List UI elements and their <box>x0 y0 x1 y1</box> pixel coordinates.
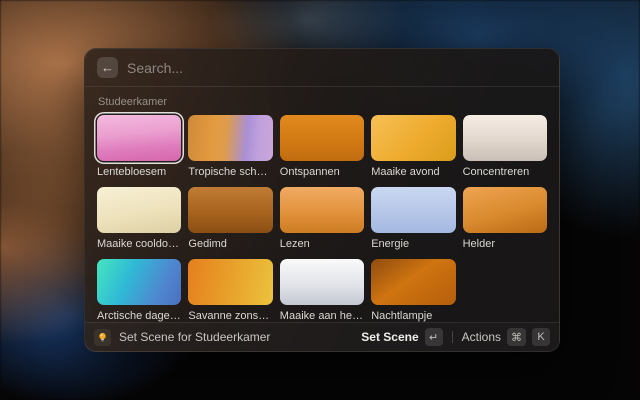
scene-label: Ontspannen <box>280 166 364 178</box>
scene-thumbnail[interactable] <box>97 187 181 233</box>
scene-label: Savanne zonsonderg… <box>188 310 272 322</box>
scene-item[interactable]: Helder <box>463 187 547 250</box>
scene-item[interactable]: Arctische dageraad <box>97 259 181 322</box>
scene-label: Maaike cooldown <box>97 238 181 250</box>
scene-label: Energie <box>371 238 455 250</box>
status-text: Set Scene for Studeerkamer <box>119 330 270 344</box>
footer-divider <box>452 331 453 343</box>
set-scene-button[interactable]: Set Scene ↵ <box>361 328 442 346</box>
scene-picker-window: ← Studeerkamer Lentebloesem Tropische sc… <box>84 48 560 352</box>
scene-thumbnail[interactable] <box>97 259 181 305</box>
set-scene-label: Set Scene <box>361 330 418 344</box>
scene-thumbnail[interactable] <box>97 115 181 161</box>
scene-item[interactable]: Savanne zonsonderg… <box>188 259 272 322</box>
back-button[interactable]: ← <box>97 57 118 78</box>
section-title: Studeerkamer <box>98 96 547 108</box>
search-input[interactable] <box>127 60 547 76</box>
scene-item[interactable]: Maaike cooldown <box>97 187 181 250</box>
scene-thumbnail[interactable] <box>188 187 272 233</box>
scene-thumbnail[interactable] <box>280 187 364 233</box>
scene-item[interactable]: Gedimd <box>188 187 272 250</box>
scene-grid: Lentebloesem Tropische schemering Ontspa… <box>97 115 547 322</box>
scene-label: Gedimd <box>188 238 272 250</box>
scene-thumbnail[interactable] <box>371 115 455 161</box>
scene-item[interactable]: Maaike aan het werk <box>280 259 364 322</box>
scene-list: Studeerkamer Lentebloesem Tropische sche… <box>85 87 559 322</box>
enter-keycap: ↵ <box>425 328 443 346</box>
scene-item[interactable]: Concentreren <box>463 115 547 178</box>
scene-thumbnail[interactable] <box>463 187 547 233</box>
search-bar: ← <box>85 49 559 87</box>
k-keycap: K <box>532 328 550 346</box>
scene-thumbnail[interactable] <box>188 259 272 305</box>
scene-label: Lentebloesem <box>97 166 181 178</box>
scene-label: Nachtlampje <box>371 310 455 322</box>
scene-thumbnail[interactable] <box>371 187 455 233</box>
scene-item[interactable]: Maaike avond <box>371 115 455 178</box>
scene-thumbnail[interactable] <box>280 115 364 161</box>
scene-label: Tropische schemering <box>188 166 272 178</box>
scene-thumbnail[interactable] <box>280 259 364 305</box>
scene-item[interactable]: Tropische schemering <box>188 115 272 178</box>
scene-label: Arctische dageraad <box>97 310 181 322</box>
scene-label: Concentreren <box>463 166 547 178</box>
scene-label: Maaike avond <box>371 166 455 178</box>
scene-label: Maaike aan het werk <box>280 310 364 322</box>
scene-item[interactable]: Lezen <box>280 187 364 250</box>
scene-item[interactable]: Energie <box>371 187 455 250</box>
scene-label: Helder <box>463 238 547 250</box>
scene-thumbnail[interactable] <box>371 259 455 305</box>
action-bar: Set Scene for Studeerkamer Set Scene ↵ A… <box>85 322 559 351</box>
scene-thumbnail[interactable] <box>188 115 272 161</box>
scene-item[interactable]: Ontspannen <box>280 115 364 178</box>
actions-label: Actions <box>462 330 501 344</box>
actions-button[interactable]: Actions ⌘ K <box>462 328 550 346</box>
lightbulb-icon <box>94 329 111 346</box>
scene-item[interactable]: Nachtlampje <box>371 259 455 322</box>
scene-item[interactable]: Lentebloesem <box>97 115 181 178</box>
command-keycap: ⌘ <box>507 328 526 346</box>
scene-thumbnail[interactable] <box>463 115 547 161</box>
scene-label: Lezen <box>280 238 364 250</box>
